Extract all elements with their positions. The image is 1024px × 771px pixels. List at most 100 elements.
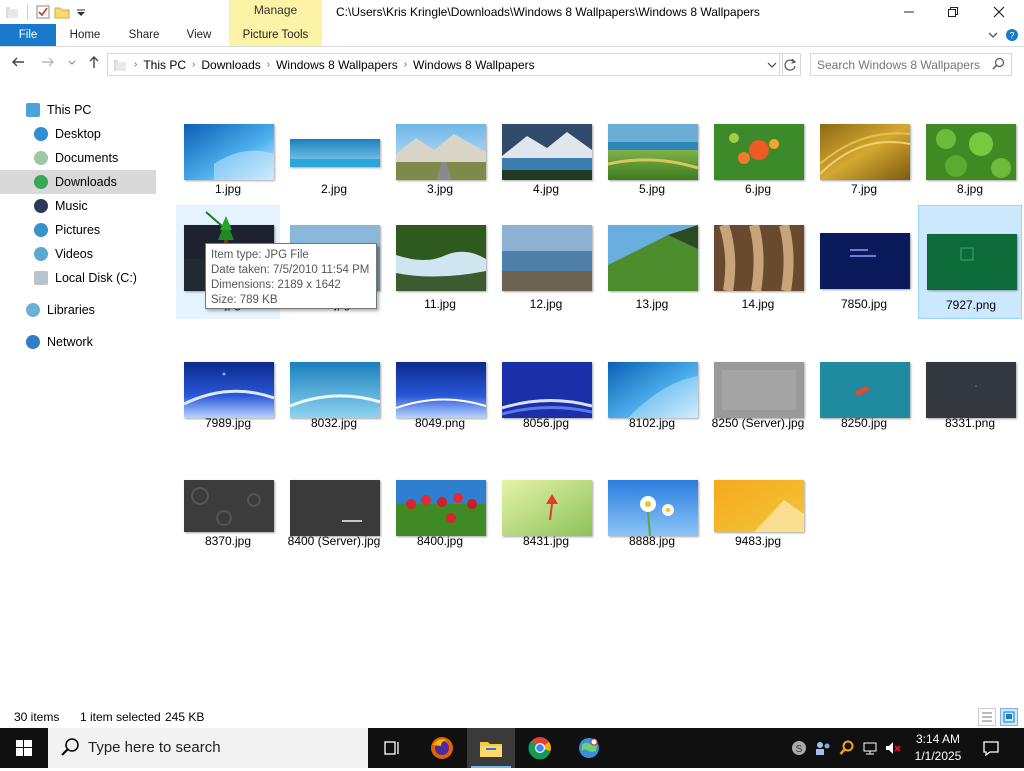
- file-thumbnail: [502, 362, 592, 418]
- file-item[interactable]: 8032.jpg: [282, 346, 386, 440]
- tooltip-item-type: Item type: JPG File: [211, 249, 309, 261]
- file-item[interactable]: 7.jpg: [812, 112, 916, 206]
- search-box[interactable]: [810, 53, 1012, 76]
- taskbar-search-icon: [60, 737, 80, 762]
- breadcrumb-windows-8-wallpapers-current[interactable]: Windows 8 Wallpapers: [413, 58, 535, 72]
- file-item[interactable]: 9483.jpg: [706, 464, 810, 558]
- file-item[interactable]: 1.jpg: [176, 112, 280, 206]
- computer-icon: [26, 103, 40, 117]
- file-grid: 1.jpg 2.jpg 3.jpg 4.jpg 5.jpg 6.jpg 7.jpg 8.jpg…: [170, 112, 1024, 702]
- volume-muted-tray-icon[interactable]: [882, 728, 904, 768]
- file-item[interactable]: 8400 (Server).jpg: [282, 464, 386, 558]
- file-item[interactable]: 3.jpg: [388, 112, 492, 206]
- libraries-icon: [26, 303, 40, 317]
- file-name: 8431.jpg: [522, 534, 570, 548]
- music-icon: [34, 199, 48, 213]
- file-item[interactable]: 8888.jpg: [600, 464, 704, 558]
- breadcrumb-windows-8-wallpapers[interactable]: Windows 8 Wallpapers: [276, 58, 398, 72]
- chrome-taskbar-button[interactable]: [516, 728, 564, 768]
- firefox-taskbar-button[interactable]: [418, 728, 466, 768]
- address-history-icon[interactable]: [766, 56, 780, 77]
- file-item[interactable]: 5.jpg: [600, 112, 704, 206]
- nav-item-music[interactable]: Music: [0, 194, 156, 218]
- people-tray-icon[interactable]: [812, 728, 834, 768]
- file-explorer-taskbar-button[interactable]: [467, 728, 515, 768]
- minimize-button[interactable]: [886, 0, 932, 24]
- quick-access-toolbar: [0, 0, 89, 24]
- nav-item-videos[interactable]: Videos: [0, 242, 156, 266]
- expand-ribbon-icon[interactable]: [987, 24, 999, 46]
- search-tray-icon[interactable]: [836, 728, 858, 768]
- skype-tray-icon[interactable]: S: [788, 728, 810, 768]
- downloads-icon: [34, 175, 48, 189]
- nav-item-this-pc[interactable]: This PC: [0, 98, 156, 122]
- file-item[interactable]: 8056.jpg: [494, 346, 598, 440]
- nav-item-libraries[interactable]: Libraries: [0, 298, 156, 322]
- action-center-button[interactable]: [976, 728, 1006, 768]
- file-item[interactable]: 8049.png: [388, 346, 492, 440]
- breadcrumb-downloads[interactable]: Downloads: [201, 58, 260, 72]
- new-folder-icon[interactable]: [54, 4, 70, 20]
- file-item[interactable]: 8250 (Server).jpg: [706, 346, 810, 440]
- properties-icon[interactable]: [35, 4, 51, 20]
- file-item[interactable]: 8102.jpg: [600, 346, 704, 440]
- file-name: 8400 (Server).jpg: [287, 534, 381, 548]
- close-button[interactable]: [976, 0, 1022, 24]
- file-item[interactable]: 8431.jpg: [494, 464, 598, 558]
- help-icon[interactable]: ?: [1004, 24, 1020, 46]
- file-item[interactable]: 2.jpg: [282, 112, 386, 206]
- file-item[interactable]: 8370.jpg: [176, 464, 280, 558]
- file-item[interactable]: 12.jpg: [494, 205, 598, 319]
- large-icons-view-button[interactable]: [1000, 708, 1018, 726]
- nav-item-local-disk[interactable]: Local Disk (C:): [0, 266, 156, 290]
- file-item[interactable]: 8331.png: [918, 346, 1022, 440]
- recent-locations-button[interactable]: [62, 54, 82, 74]
- back-button[interactable]: [8, 54, 28, 74]
- taskbar-clock[interactable]: 3:14 AM 1/1/2025: [906, 731, 970, 765]
- file-item[interactable]: 7989.jpg: [176, 346, 280, 440]
- file-item[interactable]: 8400.jpg: [388, 464, 492, 558]
- taskbar-search-box[interactable]: Type here to search: [48, 728, 368, 768]
- desktop-icon: [34, 127, 48, 141]
- search-input[interactable]: [817, 56, 985, 73]
- tab-share[interactable]: Share: [118, 24, 170, 46]
- chevron-down-icon: [68, 60, 76, 65]
- globe-app-taskbar-button[interactable]: [565, 728, 613, 768]
- file-name: 8250 (Server).jpg: [711, 416, 805, 430]
- file-item[interactable]: 13.jpg: [600, 205, 704, 319]
- file-item[interactable]: 8250.jpg: [812, 346, 916, 440]
- maximize-button[interactable]: [930, 0, 976, 24]
- nav-item-network[interactable]: Network: [0, 330, 156, 354]
- tab-view[interactable]: View: [176, 24, 222, 46]
- file-thumbnail: [290, 480, 380, 536]
- file-item[interactable]: 6.jpg: [706, 112, 810, 206]
- file-item[interactable]: 4.jpg: [494, 112, 598, 206]
- large-icons-view-icon: [1003, 711, 1015, 723]
- address-bar[interactable]: › This PC › Downloads › Windows 8 Wallpa…: [107, 53, 783, 76]
- refresh-button[interactable]: [779, 53, 801, 76]
- nav-item-desktop[interactable]: Desktop: [0, 122, 156, 146]
- file-item[interactable]: 7850.jpg: [812, 205, 916, 319]
- file-item[interactable]: 7927.png: [918, 205, 1022, 319]
- task-view-button[interactable]: [368, 728, 416, 768]
- tab-home[interactable]: Home: [59, 24, 111, 46]
- details-view-button[interactable]: [978, 708, 996, 726]
- up-button[interactable]: [84, 54, 104, 74]
- breadcrumb-this-pc[interactable]: This PC: [143, 58, 186, 72]
- file-thumbnail: [502, 480, 592, 536]
- nav-item-documents[interactable]: Documents: [0, 146, 156, 170]
- file-item[interactable]: 14.jpg: [706, 205, 810, 319]
- file-thumbnail: [184, 480, 274, 532]
- customize-qat-icon[interactable]: [73, 4, 89, 20]
- file-name: 2.jpg: [320, 182, 348, 196]
- tab-picture-tools[interactable]: Picture Tools: [229, 24, 322, 46]
- file-item[interactable]: 8.jpg: [918, 112, 1022, 206]
- file-item[interactable]: 11.jpg: [388, 205, 492, 319]
- network-tray-icon[interactable]: [859, 728, 881, 768]
- forward-button[interactable]: [38, 54, 58, 74]
- nav-item-pictures[interactable]: Pictures: [0, 218, 156, 242]
- nav-item-downloads[interactable]: Downloads: [0, 170, 156, 194]
- globe-app-icon: [579, 738, 599, 758]
- start-button[interactable]: [0, 728, 48, 768]
- tab-file[interactable]: File: [0, 24, 56, 46]
